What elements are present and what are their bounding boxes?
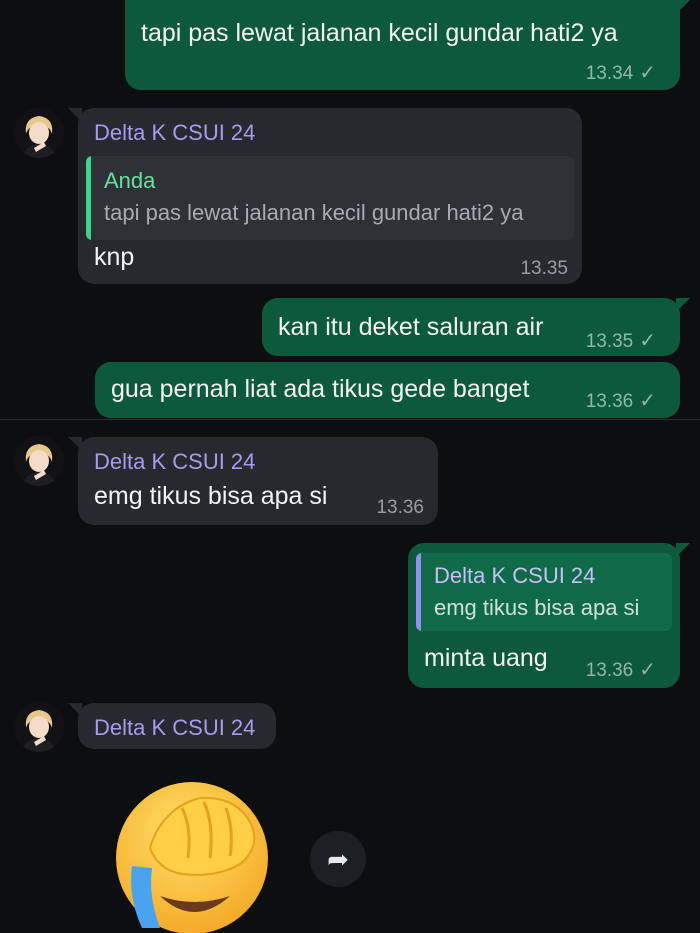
- quote-accent-bar: [86, 156, 91, 240]
- message-text: gua pernah liat ada tikus gede banget: [111, 375, 530, 403]
- avatar-icon[interactable]: [14, 108, 64, 158]
- forward-icon: ➦: [327, 843, 349, 874]
- incoming-message[interactable]: Delta K CSUI 24 Anda tapi pas lewat jala…: [68, 108, 582, 284]
- divider: [0, 419, 700, 420]
- message-time: 13.36 ✓: [586, 657, 656, 682]
- message-time: 13.36 ✓: [586, 388, 656, 413]
- check-icon: ✓: [639, 330, 656, 352]
- sender-name: Delta K CSUI 24: [94, 449, 256, 474]
- message-text: tapi pas lewat jalanan kecil gundar hati…: [141, 19, 618, 47]
- sender-name: Delta K CSUI 24: [94, 715, 256, 740]
- reply-quote[interactable]: Delta K CSUI 24 emg tikus bisa apa si: [416, 553, 672, 631]
- check-icon: ✓: [639, 62, 656, 84]
- message-time: 13.34 ✓: [586, 60, 656, 85]
- message-text: emg tikus bisa apa si: [94, 482, 328, 510]
- check-icon: ✓: [639, 390, 656, 412]
- avatar-icon[interactable]: [14, 702, 64, 752]
- sender-name: Delta K CSUI 24: [94, 120, 256, 145]
- message-time: 13.35 ✓: [586, 328, 656, 353]
- message-text: minta uang: [424, 644, 548, 672]
- quote-author: Anda: [104, 168, 156, 193]
- forward-button[interactable]: ➦: [310, 831, 366, 887]
- quote-text: tapi pas lewat jalanan kecil gundar hati…: [104, 200, 524, 225]
- face-palm-crying-emoji[interactable]: [112, 778, 272, 933]
- time-label: 13.34: [585, 63, 634, 84]
- message-time: 13.35: [520, 258, 568, 279]
- quote-author: Delta K CSUI 24: [434, 563, 596, 588]
- outgoing-message[interactable]: tapi pas lewat jalanan kecil gundar hati…: [125, 0, 690, 90]
- outgoing-message[interactable]: gua pernah liat ada tikus gede banget 13…: [95, 362, 680, 418]
- reply-quote[interactable]: Anda tapi pas lewat jalanan kecil gundar…: [86, 156, 574, 240]
- avatar-icon[interactable]: [14, 436, 64, 486]
- outgoing-message[interactable]: kan itu deket saluran air 13.35 ✓: [262, 298, 690, 356]
- time-label: 13.36: [585, 660, 634, 681]
- quote-accent-bar: [416, 553, 421, 631]
- check-icon: ✓: [639, 659, 656, 681]
- outgoing-message[interactable]: Delta K CSUI 24 emg tikus bisa apa si mi…: [408, 543, 690, 688]
- incoming-sender-label[interactable]: Delta K CSUI 24: [68, 703, 276, 749]
- message-text: kan itu deket saluran air: [278, 313, 544, 341]
- incoming-message[interactable]: Delta K CSUI 24 emg tikus bisa apa si 13…: [68, 437, 438, 525]
- chat-view: tapi pas lewat jalanan kecil gundar hati…: [0, 0, 700, 933]
- message-time: 13.36: [376, 497, 424, 518]
- time-label: 13.36: [585, 391, 634, 412]
- quote-text: emg tikus bisa apa si: [434, 595, 640, 620]
- time-label: 13.35: [585, 331, 634, 352]
- message-text: knp: [94, 243, 135, 271]
